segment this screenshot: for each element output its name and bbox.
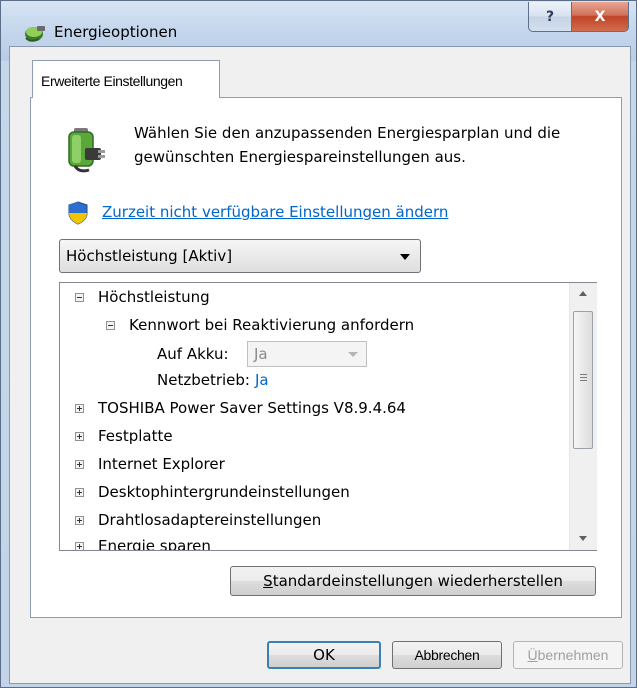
help-button[interactable]: ? bbox=[528, 2, 572, 32]
scroll-thumb[interactable] bbox=[573, 311, 593, 449]
power-plan-value: Höchstleistung [Aktiv] bbox=[66, 247, 233, 265]
tree-node-plan[interactable]: Höchstleistung bbox=[75, 285, 210, 309]
ok-label: OK bbox=[313, 646, 335, 664]
tree-node-hard-disk[interactable]: Festplatte bbox=[75, 424, 173, 448]
description-text: Wählen Sie den anzupassenden Energiespar… bbox=[134, 124, 561, 166]
apply-mnemonic: Ü bbox=[527, 647, 538, 663]
cancel-label: Abbrechen bbox=[414, 647, 480, 663]
cancel-button[interactable]: Abbrechen bbox=[392, 641, 502, 669]
plugged-in-value[interactable]: Ja bbox=[255, 371, 269, 389]
grip-icon bbox=[580, 374, 587, 383]
collapse-icon[interactable] bbox=[75, 292, 84, 302]
window-title: Energieoptionen bbox=[54, 23, 178, 41]
restore-label: tandardeinstellungen wiederherstellen bbox=[272, 572, 563, 590]
battery-plug-icon bbox=[68, 128, 105, 173]
expand-icon[interactable] bbox=[75, 403, 84, 413]
ok-button[interactable]: OK bbox=[267, 641, 381, 669]
tree-clip: Energie sparen bbox=[60, 536, 568, 550]
tree-node-desktop-background[interactable]: Desktophintergrundeinstellungen bbox=[75, 480, 350, 504]
plugged-in-row: Netzbetrieb: Ja bbox=[157, 368, 269, 392]
tree-scrollbar[interactable] bbox=[569, 283, 597, 550]
change-unavailable-settings-link[interactable]: Zurzeit nicht verfügbare Einstellungen ä… bbox=[102, 203, 448, 221]
power-plan-select[interactable]: Höchstleistung [Aktiv] bbox=[59, 239, 421, 273]
tab-advanced-settings[interactable]: Erweiterte Einstellungen bbox=[32, 60, 220, 98]
tree-node-wireless-adapter[interactable]: Drahtlosadaptereinstellungen bbox=[75, 508, 321, 532]
tree-node-toshiba[interactable]: TOSHIBA Power Saver Settings V8.9.4.64 bbox=[75, 396, 406, 420]
tree-node-label: Internet Explorer bbox=[98, 455, 225, 473]
tree-node-password[interactable]: Kennwort bei Reaktivierung anfordern bbox=[106, 313, 414, 337]
on-battery-select[interactable]: Ja bbox=[247, 341, 367, 367]
tree-node-label: Höchstleistung bbox=[98, 288, 210, 306]
chevron-down-icon bbox=[348, 352, 358, 357]
tree-node-label: Festplatte bbox=[98, 427, 173, 445]
dialog-window: Energieoptionen ? X Erweiterte Einstellu… bbox=[0, 0, 637, 688]
on-battery-value: Ja bbox=[254, 345, 268, 363]
tree-node-internet-explorer[interactable]: Internet Explorer bbox=[75, 452, 225, 476]
restore-defaults-button[interactable]: Standardeinstellungen wiederherstellen bbox=[230, 566, 596, 596]
expand-icon[interactable] bbox=[75, 431, 84, 441]
plugged-in-label: Netzbetrieb: bbox=[157, 371, 250, 389]
uac-shield-icon bbox=[68, 201, 88, 225]
collapse-icon[interactable] bbox=[106, 320, 115, 330]
tree-node-sleep[interactable]: Energie sparen bbox=[75, 536, 211, 550]
expand-icon[interactable] bbox=[75, 487, 84, 497]
expand-icon[interactable] bbox=[75, 459, 84, 469]
apply-label: bernehmen bbox=[537, 647, 609, 663]
expand-icon[interactable] bbox=[75, 515, 84, 525]
tree-node-label: Desktophintergrundeinstellungen bbox=[98, 483, 350, 501]
restore-mnemonic: S bbox=[263, 572, 273, 590]
scroll-down-arrow-icon[interactable] bbox=[570, 528, 597, 550]
on-battery-label: Auf Akku: bbox=[157, 345, 229, 363]
tree-node-label: Energie sparen bbox=[98, 537, 211, 550]
help-icon: ? bbox=[545, 8, 555, 25]
on-battery-row: Auf Akku: bbox=[157, 342, 229, 366]
close-icon: X bbox=[594, 8, 606, 25]
apply-button[interactable]: Übernehmen bbox=[513, 641, 623, 669]
scroll-up-arrow-icon[interactable] bbox=[570, 283, 597, 305]
expand-icon[interactable] bbox=[75, 541, 84, 550]
tree-node-label: TOSHIBA Power Saver Settings V8.9.4.64 bbox=[98, 399, 406, 417]
tree-node-label: Kennwort bei Reaktivierung anfordern bbox=[129, 316, 415, 334]
tree-node-label: Drahtlosadaptereinstellungen bbox=[98, 511, 322, 529]
chevron-down-icon bbox=[400, 254, 410, 260]
close-button[interactable]: X bbox=[571, 2, 629, 32]
power-options-icon bbox=[25, 26, 45, 42]
